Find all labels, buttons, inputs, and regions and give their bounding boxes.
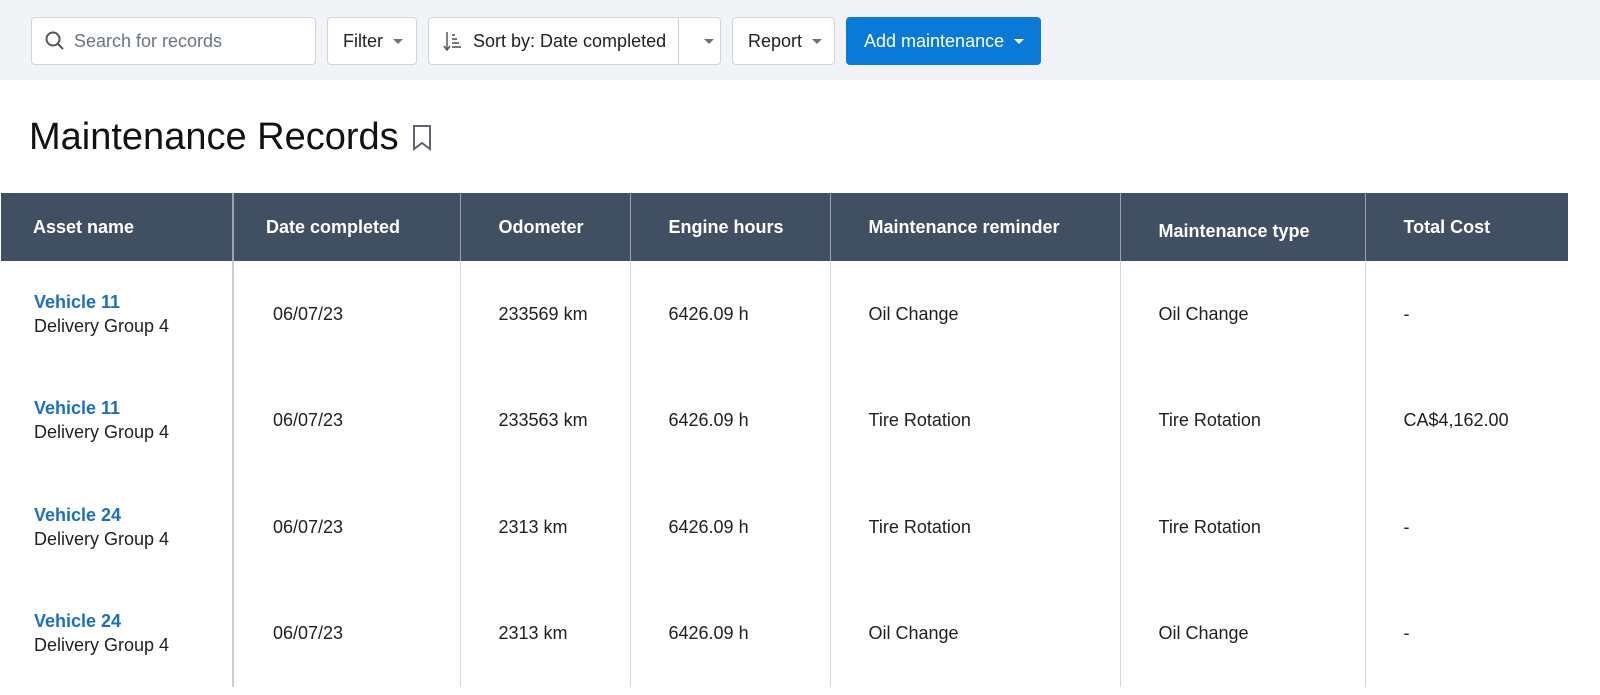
hours-cell: 6426.09 h <box>629 474 830 581</box>
asset-link[interactable]: Vehicle 11 <box>34 398 232 419</box>
asset-cell: Vehicle 11 Delivery Group 4 <box>1 368 233 475</box>
add-maintenance-button[interactable]: Add maintenance <box>846 17 1041 65</box>
cost-cell: - <box>1364 580 1568 687</box>
chevron-down-icon <box>393 38 403 44</box>
table-row[interactable]: Vehicle 11 Delivery Group 4 06/07/23 233569… <box>1 261 1568 368</box>
column-header[interactable]: Asset name <box>1 193 233 261</box>
odometer-cell: 2313 km <box>459 580 630 687</box>
type-cell: Tire Rotation <box>1119 367 1365 474</box>
asset-cell: Vehicle 24 Delivery Group 4 <box>1 581 233 688</box>
filter-button[interactable]: Filter <box>327 17 417 65</box>
reminder-cell: Oil Change <box>829 580 1120 687</box>
odometer-cell: 233563 km <box>459 367 630 474</box>
asset-group: Delivery Group 4 <box>34 315 170 336</box>
asset-cell: Vehicle 24 Delivery Group 4 <box>1 474 233 581</box>
table-row[interactable]: Vehicle 11 Delivery Group 4 06/07/23 233563… <box>1 367 1568 475</box>
hours-cell: 6426.09 h <box>629 580 830 687</box>
add-maintenance-label: Add maintenance <box>864 30 1005 51</box>
report-label: Report <box>748 30 803 51</box>
reminder-cell: Oil Change <box>829 261 1120 368</box>
column-header[interactable]: Odometer <box>459 193 630 261</box>
hours-cell: 6426.09 h <box>629 261 830 368</box>
column-header[interactable]: Maintenance reminder <box>829 193 1120 261</box>
date-cell: 06/07/23 <box>232 367 460 474</box>
sort-dropdown-chevron-icon[interactable] <box>704 38 714 44</box>
toolbar: Search for records Filter Sort by: Date … <box>0 0 1600 80</box>
asset-link[interactable]: Vehicle 24 <box>34 611 232 632</box>
search-placeholder: Search for records <box>74 30 223 51</box>
page-title-text: Maintenance Records <box>29 116 399 158</box>
column-header[interactable]: Date completed <box>232 193 460 261</box>
type-cell: Oil Change <box>1119 261 1365 368</box>
sort-button[interactable]: Sort by: Date completed <box>428 17 721 65</box>
reminder-cell: Tire Rotation <box>829 474 1120 581</box>
chevron-down-icon <box>812 38 823 44</box>
bookmark-icon[interactable] <box>411 124 433 152</box>
hours-cell: 6426.09 h <box>629 367 830 474</box>
table-row[interactable]: Vehicle 24 Delivery Group 4 06/07/23 2313 k… <box>1 580 1568 688</box>
divider <box>678 18 679 64</box>
search-icon <box>45 31 64 50</box>
asset-link[interactable]: Vehicle 24 <box>34 505 232 526</box>
cost-cell: - <box>1364 474 1568 581</box>
cost-cell: CA$4,162.00 <box>1364 367 1568 474</box>
maintenance-table: Asset name Date completed Odometer Engin… <box>0 193 1568 687</box>
type-cell: Oil Change <box>1119 580 1365 687</box>
asset-cell: Vehicle 11 Delivery Group 4 <box>1 261 233 368</box>
date-cell: 06/07/23 <box>232 580 460 687</box>
column-header[interactable]: Total Cost <box>1364 193 1568 261</box>
page-title: Maintenance Records <box>29 116 433 159</box>
asset-group: Delivery Group 4 <box>34 528 170 549</box>
search-input[interactable]: Search for records <box>31 17 316 65</box>
date-cell: 06/07/23 <box>232 474 460 581</box>
cost-cell: - <box>1364 261 1568 368</box>
table-row[interactable]: Vehicle 24 Delivery Group 4 06/07/23 2313 k… <box>1 474 1568 581</box>
sort-label: Sort by: Date completed <box>473 30 667 51</box>
type-cell: Tire Rotation <box>1119 474 1365 581</box>
table-header-row: Asset name Date completed Odometer Engin… <box>1 193 1568 261</box>
odometer-cell: 2313 km <box>459 474 630 581</box>
sort-icon <box>443 32 461 52</box>
odometer-cell: 233569 km <box>459 261 630 368</box>
asset-link[interactable]: Vehicle 11 <box>34 292 232 313</box>
filter-label: Filter <box>343 30 383 51</box>
date-cell: 06/07/23 <box>232 261 460 368</box>
chevron-down-icon <box>1014 38 1025 44</box>
column-header[interactable]: Engine hours <box>629 193 830 261</box>
asset-group: Delivery Group 4 <box>34 422 170 443</box>
reminder-cell: Tire Rotation <box>829 367 1120 474</box>
column-header[interactable]: Maintenance type <box>1119 193 1365 261</box>
asset-group: Delivery Group 4 <box>34 635 170 656</box>
report-button[interactable]: Report <box>732 17 835 65</box>
